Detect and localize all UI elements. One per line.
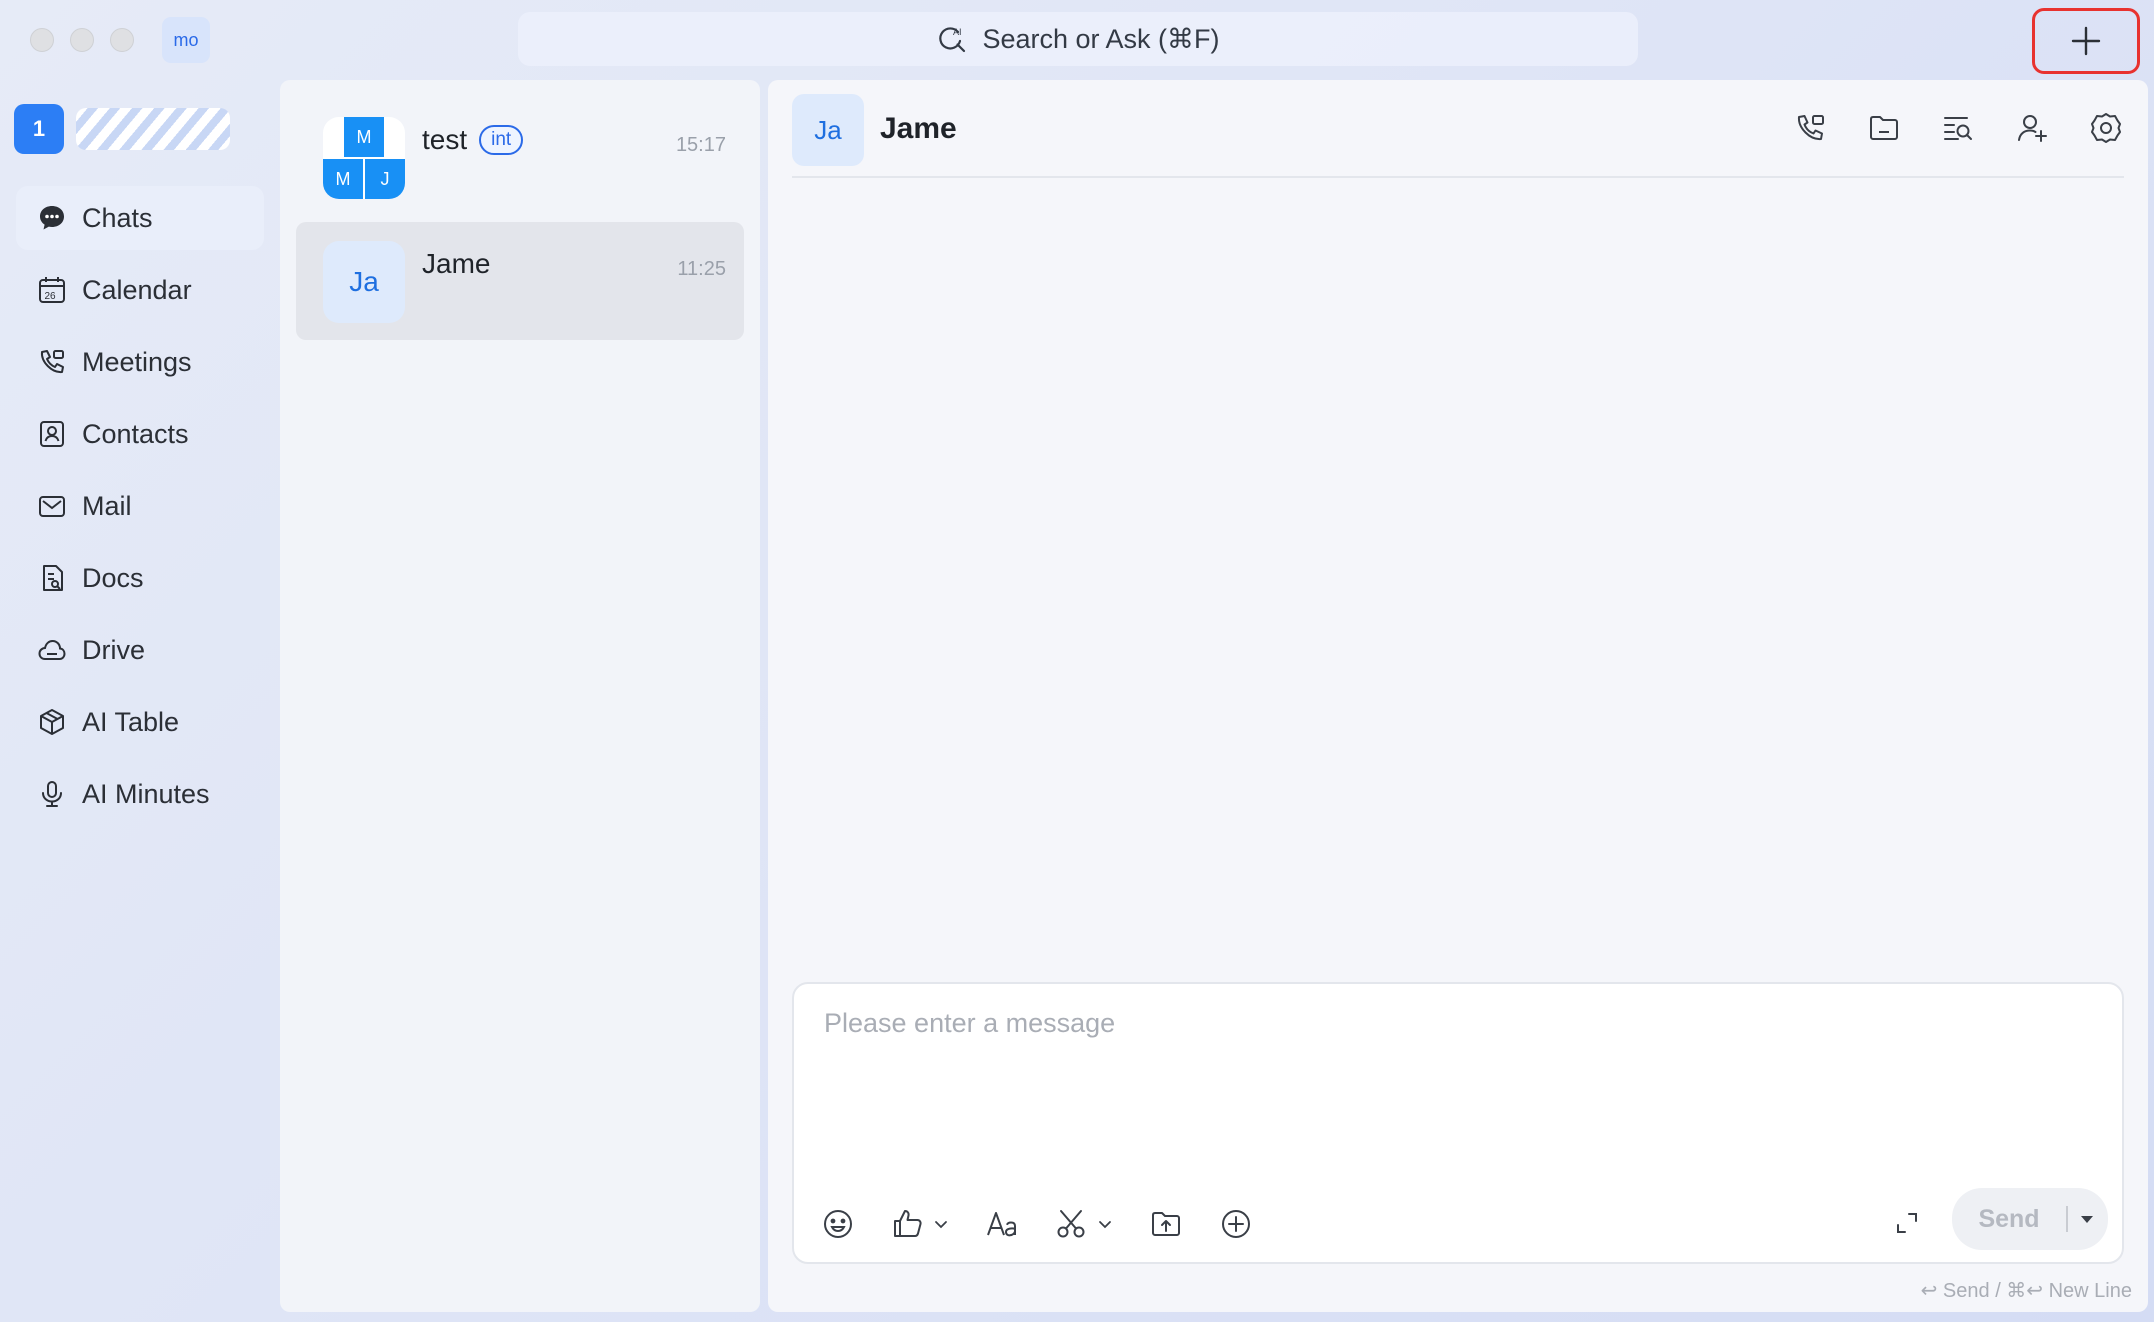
thumbs-up-icon xyxy=(890,1206,926,1242)
upload-file-button[interactable] xyxy=(1148,1206,1184,1242)
settings-gear-icon[interactable] xyxy=(2088,110,2124,146)
sidebar-item-meetings[interactable]: Meetings xyxy=(16,330,264,394)
search-history-icon[interactable] xyxy=(1940,110,1976,146)
ai-search-icon: AI xyxy=(936,23,968,55)
microphone-icon xyxy=(36,778,68,810)
sidebar-item-drive[interactable]: Drive xyxy=(16,618,264,682)
chevron-down-icon xyxy=(1096,1215,1114,1233)
sidebar-item-mail[interactable]: Mail xyxy=(16,474,264,538)
sidebar-item-label: Drive xyxy=(82,634,146,665)
message-input[interactable] xyxy=(824,1008,2094,1148)
sidebar-item-calendar[interactable]: 26 Calendar xyxy=(16,258,264,322)
svg-text:AI: AI xyxy=(953,27,962,37)
send-button-group: Send xyxy=(1952,1188,2108,1250)
window-controls xyxy=(30,28,134,52)
sidebar-item-chats[interactable]: Chats xyxy=(16,186,264,250)
header-actions xyxy=(1792,110,2124,146)
group-avatar-cell: M xyxy=(323,159,363,199)
scissors-screenshot-icon xyxy=(1054,1206,1090,1242)
expand-icon[interactable] xyxy=(1892,1208,1922,1238)
sidebar-item-ai-minutes[interactable]: AI Minutes xyxy=(16,762,264,826)
new-chat-button[interactable] xyxy=(2032,8,2140,74)
text-format-button[interactable] xyxy=(984,1206,1020,1242)
sidebar-item-label: Meetings xyxy=(82,346,192,377)
conversation-panel: Ja Jame Please enter a message Send ↩ Se… xyxy=(768,80,2148,1312)
sidebar-item-label: Mail xyxy=(82,490,132,521)
mail-icon xyxy=(36,490,68,522)
message-composer: Send xyxy=(792,982,2124,1264)
keyboard-shortcut-hint: ↩ Send / ⌘↩ New Line xyxy=(1920,1280,2132,1302)
tenant-badge[interactable]: mo xyxy=(162,17,210,63)
internal-tag-badge: int xyxy=(479,125,524,155)
more-actions-button[interactable] xyxy=(1218,1206,1254,1242)
svg-text:26: 26 xyxy=(45,291,57,302)
close-window-button[interactable] xyxy=(30,28,54,52)
folder-icon[interactable] xyxy=(1866,110,1902,146)
group-avatar-cell: M xyxy=(344,117,384,157)
sidebar-item-label: Calendar xyxy=(82,274,192,305)
search-placeholder: Search or Ask (⌘F) xyxy=(982,23,1220,54)
plus-circle-icon xyxy=(1218,1206,1254,1242)
emoji-button[interactable] xyxy=(820,1206,856,1242)
chat-timestamp: 11:25 xyxy=(677,258,726,280)
cloud-drive-icon xyxy=(36,634,68,666)
group-avatar: M M J xyxy=(323,117,405,199)
chevron-down-icon xyxy=(932,1215,950,1233)
meeting-phone-icon xyxy=(36,346,68,378)
send-options-button[interactable] xyxy=(2068,1210,2106,1228)
upload-file-icon xyxy=(1148,1206,1184,1242)
reaction-button[interactable] xyxy=(890,1206,950,1242)
sidebar-item-label: Docs xyxy=(82,562,144,593)
chat-name: Jame xyxy=(422,248,490,280)
redacted-profile-name xyxy=(76,108,230,150)
chat-name-text: test xyxy=(422,124,468,155)
chat-item-test[interactable]: M M J test int 15:17 xyxy=(296,98,744,216)
unread-count-badge: 1 xyxy=(14,104,64,154)
caret-down-icon xyxy=(2078,1210,2096,1228)
sidebar-item-label: AI Table xyxy=(82,706,180,737)
text-format-icon xyxy=(984,1206,1020,1242)
sidebar-item-contacts[interactable]: Contacts xyxy=(16,402,264,466)
profile-switcher[interactable]: 1 xyxy=(14,104,230,154)
docs-icon xyxy=(36,562,68,594)
contacts-icon xyxy=(36,418,68,450)
sidebar-nav: Chats 26 Calendar Meetings Contacts Mail… xyxy=(16,186,264,834)
chat-list-panel: M M J test int 15:17 Ja Jame 11:25 xyxy=(280,80,760,1312)
avatar[interactable]: Ja xyxy=(792,94,864,166)
sidebar-item-label: AI Minutes xyxy=(82,778,210,809)
search-bar[interactable]: AI Search or Ask (⌘F) xyxy=(518,12,1638,66)
group-avatar-cell: J xyxy=(365,159,405,199)
call-icon[interactable] xyxy=(1792,110,1828,146)
chat-name: test int xyxy=(422,124,524,156)
minimize-window-button[interactable] xyxy=(70,28,94,52)
add-member-icon[interactable] xyxy=(2014,110,2050,146)
ai-table-icon xyxy=(36,706,68,738)
conversation-header: Ja Jame xyxy=(792,80,2124,178)
emoji-icon xyxy=(820,1206,856,1242)
chat-timestamp: 15:17 xyxy=(675,134,726,156)
avatar: Ja xyxy=(323,241,405,323)
chat-bubble-icon xyxy=(36,202,68,234)
sidebar-item-ai-table[interactable]: AI Table xyxy=(16,690,264,754)
conversation-title[interactable]: Jame xyxy=(880,112,957,146)
chat-item-jame[interactable]: Ja Jame 11:25 xyxy=(296,222,744,340)
screenshot-button[interactable] xyxy=(1054,1206,1114,1242)
plus-icon xyxy=(2069,24,2103,58)
send-button[interactable]: Send xyxy=(1952,1205,2066,1234)
chat-name-text: Jame xyxy=(422,248,491,279)
sidebar-item-label: Contacts xyxy=(82,418,189,449)
composer-toolbar xyxy=(820,1206,1254,1242)
sidebar-item-docs[interactable]: Docs xyxy=(16,546,264,610)
sidebar-item-label: Chats xyxy=(82,202,153,233)
calendar-icon: 26 xyxy=(36,274,68,306)
maximize-window-button[interactable] xyxy=(110,28,134,52)
